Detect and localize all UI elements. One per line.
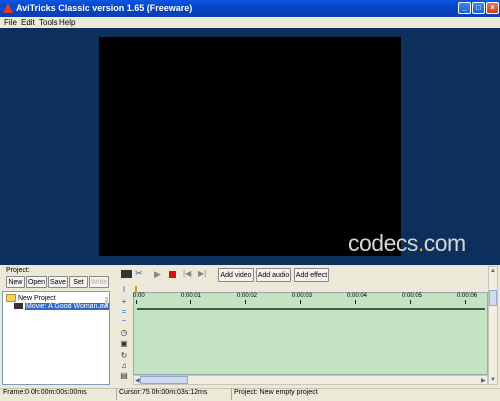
ruler-tick bbox=[300, 300, 301, 304]
rewind-icon[interactable]: |◀ bbox=[183, 269, 191, 278]
cursor-icon[interactable]: ǀ bbox=[120, 286, 128, 294]
ruler-label: 0:00:04 bbox=[347, 293, 368, 299]
ruler-tick bbox=[465, 300, 466, 304]
menu-help[interactable]: Help bbox=[59, 18, 75, 27]
clock-icon[interactable]: ◷ bbox=[120, 329, 128, 337]
frame-icon[interactable]: ▣ bbox=[120, 340, 128, 348]
scroll-up-icon[interactable]: ▲ bbox=[490, 268, 496, 274]
zoom-out-icon[interactable]: − bbox=[120, 317, 128, 325]
effect-icon[interactable]: ▤ bbox=[120, 372, 128, 380]
watermark: codecs.com bbox=[348, 230, 466, 256]
tree-item-movie[interactable]: Movie: A Good Woman.avi bbox=[14, 303, 110, 310]
music-icon[interactable]: ♫ bbox=[120, 362, 128, 370]
film-icon[interactable] bbox=[121, 270, 132, 278]
add-video-button[interactable]: Add video bbox=[218, 268, 254, 282]
ruler-label: 0:00:03 bbox=[292, 293, 313, 299]
play-icon[interactable]: ▶ bbox=[154, 269, 161, 280]
ruler-tick bbox=[245, 300, 246, 304]
ruler-label: 0:00:06 bbox=[457, 293, 478, 299]
scroll-right-icon[interactable]: ▶ bbox=[481, 377, 486, 384]
add-audio-button[interactable]: Add audio bbox=[256, 268, 291, 282]
new-button[interactable]: New bbox=[6, 276, 25, 288]
tree-root[interactable]: New Project bbox=[6, 294, 56, 302]
fit-icon[interactable]: = bbox=[120, 308, 128, 316]
ruler-tick bbox=[190, 300, 191, 304]
ruler-label: 0:00:05 bbox=[402, 293, 423, 299]
write-button[interactable]: Write bbox=[89, 276, 109, 288]
movie-icon bbox=[14, 303, 23, 310]
stop-icon[interactable] bbox=[169, 271, 176, 278]
project-label: Project: bbox=[6, 267, 30, 274]
project-tree[interactable]: New Project Movie: A Good Woman.avi bbox=[2, 291, 110, 385]
menu-tools[interactable]: Tools bbox=[39, 18, 58, 27]
menu-edit[interactable]: Edit bbox=[21, 18, 35, 27]
status-cursor: Cursor:75 0h:00m:03s:12ms bbox=[119, 389, 208, 396]
status-separator bbox=[116, 388, 117, 400]
window-title: AviTricks Classic version 1.65 (Freeware… bbox=[16, 3, 193, 13]
set-button[interactable]: Set bbox=[69, 276, 88, 288]
ruler-tick bbox=[410, 300, 411, 304]
menu-file[interactable]: File bbox=[4, 18, 17, 27]
app-logo-icon bbox=[3, 3, 13, 13]
status-separator bbox=[231, 388, 232, 400]
rotate-icon[interactable]: ↻ bbox=[120, 352, 128, 360]
maximize-button[interactable]: □ bbox=[472, 2, 485, 14]
forward-icon[interactable]: ▶| bbox=[198, 269, 206, 278]
timeline-track[interactable] bbox=[137, 308, 485, 310]
horizontal-scroll-thumb[interactable] bbox=[140, 376, 188, 384]
zoom-in-icon[interactable]: + bbox=[120, 298, 128, 306]
video-preview bbox=[99, 37, 401, 256]
cut-icon[interactable]: ✂ bbox=[135, 268, 143, 279]
save-button[interactable]: Save bbox=[48, 276, 68, 288]
folder-icon bbox=[6, 294, 16, 302]
close-button[interactable]: × bbox=[486, 2, 499, 14]
ruler-label: 0:00 bbox=[133, 293, 145, 299]
ruler-label: 0:00:01 bbox=[181, 293, 202, 299]
scroll-down-icon[interactable]: ▼ bbox=[490, 377, 496, 383]
timeline[interactable] bbox=[133, 292, 488, 375]
minimize-button[interactable]: _ bbox=[458, 2, 471, 14]
vertical-scrollbar[interactable] bbox=[488, 266, 498, 385]
ruler-label: 0:00:02 bbox=[237, 293, 258, 299]
ruler-tick bbox=[136, 300, 137, 304]
scroll-left-icon[interactable]: ◀ bbox=[135, 377, 140, 384]
vertical-scroll-thumb[interactable] bbox=[489, 290, 497, 306]
ruler-tick bbox=[355, 300, 356, 304]
add-effect-button[interactable]: Add effect bbox=[294, 268, 329, 282]
status-project: Project: New empty project bbox=[234, 389, 318, 396]
status-frame: Frame:0 0h:00m:00s:00ms bbox=[3, 389, 87, 396]
open-button[interactable]: Open bbox=[26, 276, 47, 288]
tree-scrollbar[interactable] bbox=[105, 297, 108, 307]
